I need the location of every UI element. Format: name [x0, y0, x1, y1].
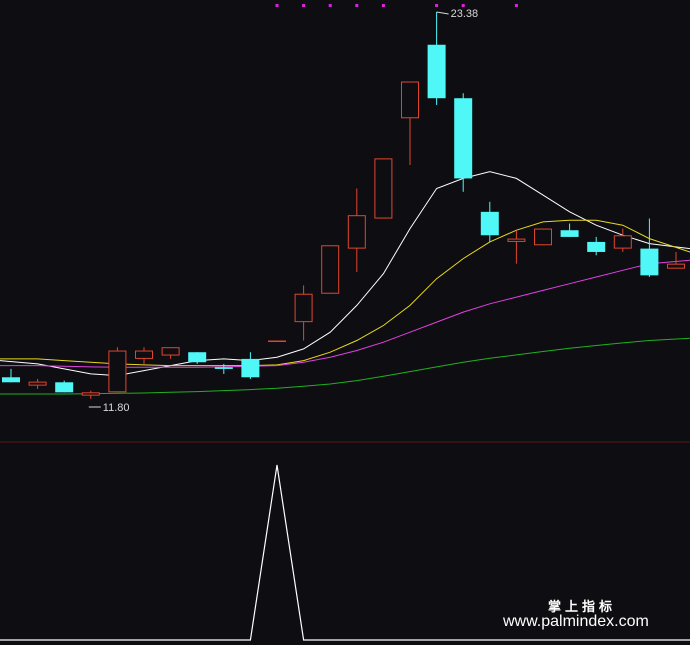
stock-chart: 23.38 11.80 掌上指标 www.palmindex.com [0, 4, 690, 641]
top-markers [275, 4, 518, 7]
candle-body [374, 158, 393, 219]
candle-body [347, 215, 366, 249]
candle [161, 347, 180, 359]
candle [507, 230, 526, 264]
watermark-url: www.palmindex.com [502, 613, 649, 630]
candle [454, 93, 473, 192]
candle-body [587, 241, 606, 252]
candle-body [534, 228, 552, 246]
candle-body [135, 350, 153, 359]
top-marker [328, 4, 332, 7]
candlesticks [2, 12, 685, 399]
top-marker [275, 4, 279, 7]
candle [613, 228, 632, 252]
high-marker-line [436, 11, 449, 15]
candle [2, 368, 20, 383]
candle-body [560, 230, 579, 237]
candle-body [667, 263, 685, 269]
candle [241, 352, 260, 379]
candle-body [294, 293, 313, 323]
candle [321, 245, 340, 294]
candle-body [214, 367, 233, 369]
candle-body [268, 340, 286, 343]
candle [188, 352, 207, 364]
candle [480, 201, 499, 242]
candle-body [55, 382, 74, 393]
top-marker [514, 4, 518, 7]
candle [135, 347, 153, 364]
candle-body [401, 81, 419, 119]
candle [401, 81, 419, 166]
candle-body [81, 392, 100, 396]
ma-line-4 [0, 337, 690, 395]
ma-line-2 [0, 219, 690, 367]
candle-body [507, 238, 526, 242]
candle-body [28, 381, 47, 386]
top-marker [302, 4, 306, 7]
candle-body [480, 211, 499, 236]
candle [587, 236, 606, 256]
top-marker [461, 4, 465, 7]
top-marker [381, 4, 385, 7]
ma-line-3 [0, 259, 690, 368]
candle [560, 223, 579, 237]
candle [28, 378, 47, 389]
candle-body [454, 98, 473, 179]
top-marker [355, 4, 359, 7]
candle-body [613, 235, 632, 249]
candle [268, 340, 286, 343]
candle-body [161, 347, 180, 356]
candle-body [188, 352, 207, 363]
candle [374, 158, 393, 219]
candle [640, 218, 659, 278]
candle [81, 390, 100, 399]
candle-body [108, 350, 127, 393]
candle-body [241, 358, 260, 378]
candle-body [321, 245, 340, 294]
candle [667, 251, 685, 269]
high-price-label: 23.38 [451, 8, 479, 20]
candle [347, 188, 366, 273]
candle [427, 12, 446, 105]
top-marker [435, 4, 439, 7]
candle-body [640, 248, 659, 276]
candle [294, 285, 313, 341]
candle [534, 228, 552, 246]
candle-body [2, 377, 20, 383]
ma-line-1 [0, 171, 690, 377]
moving-average-lines [0, 171, 690, 395]
candle-body [427, 44, 446, 99]
candle [55, 380, 74, 393]
candle [108, 347, 127, 393]
low-price-label: 11.80 [103, 402, 130, 414]
